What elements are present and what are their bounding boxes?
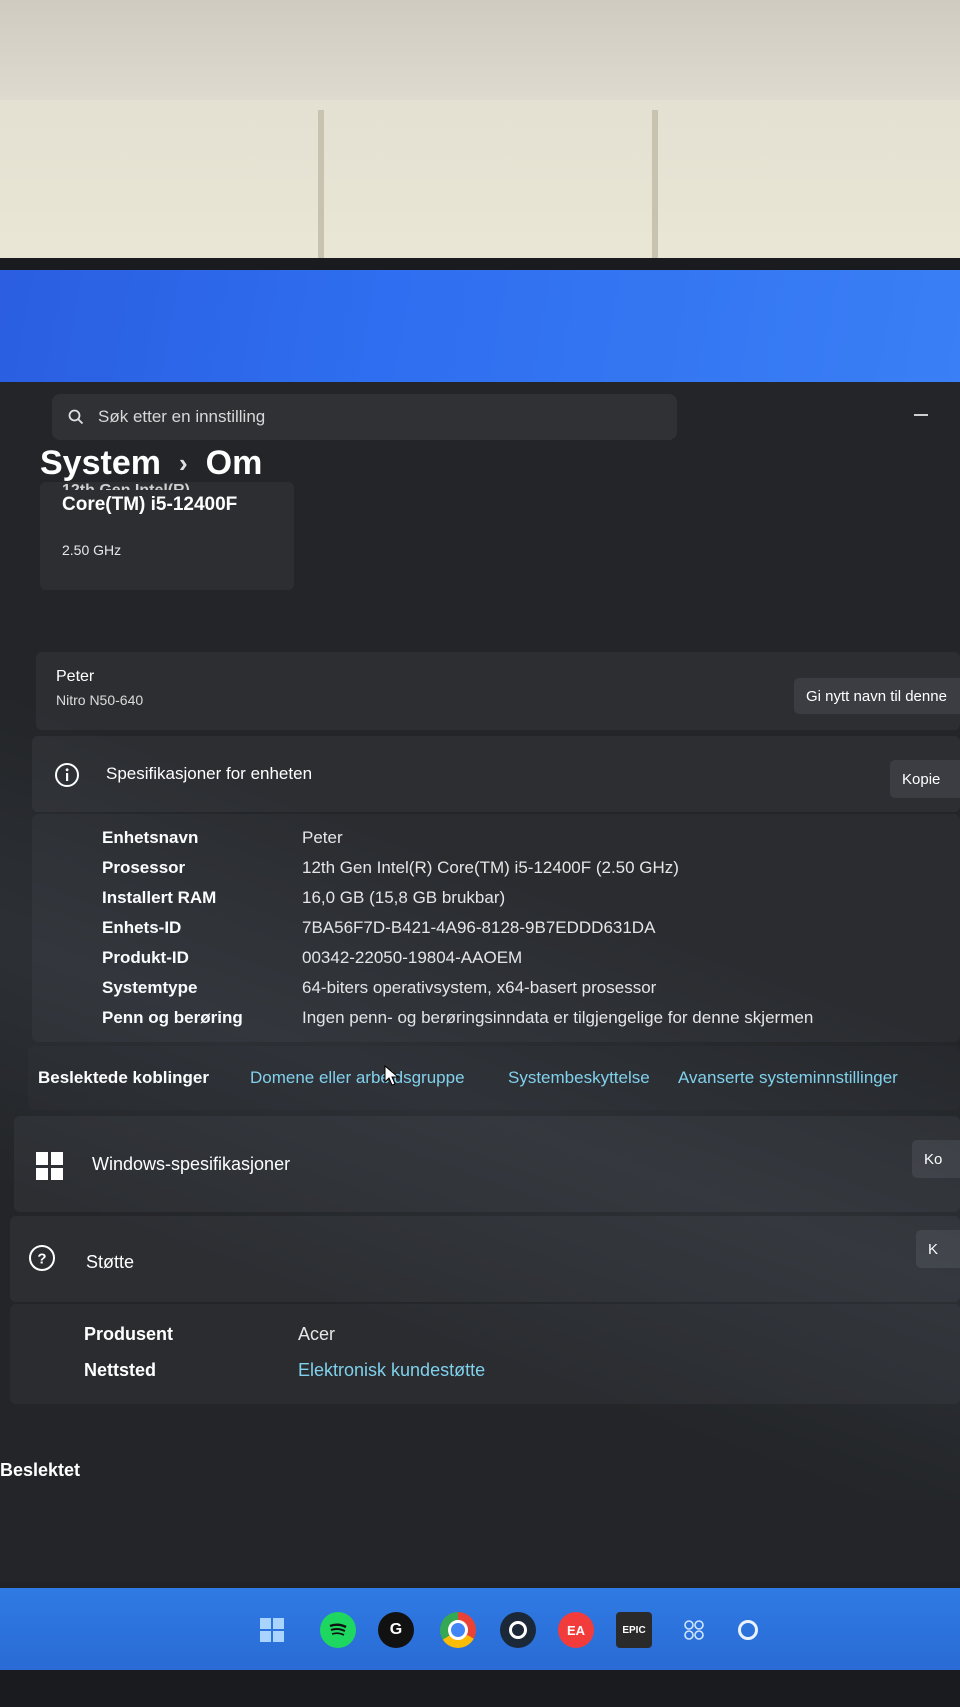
processor-card: 12th Gen Intel(R) Core(TM) i5-12400F 2.5…	[40, 482, 294, 590]
chrome-icon[interactable]	[440, 1612, 476, 1648]
support-row: Nettsted Elektronisk kundestøtte	[84, 1360, 485, 1381]
device-specs-table: Enhetsnavn Peter Prosessor 12th Gen Inte…	[32, 814, 960, 1042]
spec-row: Systemtype 64-biters operativsystem, x64…	[102, 978, 942, 1006]
copy-windows-specs-button[interactable]: Ko	[912, 1140, 960, 1178]
spotify-icon[interactable]	[320, 1612, 356, 1648]
spec-value: 00342-22050-19804-AAOEM	[302, 948, 523, 967]
search-icon	[68, 409, 84, 425]
spec-value: Peter	[302, 828, 343, 847]
ceiling	[0, 0, 960, 100]
g-hub-icon[interactable]: G	[378, 1612, 414, 1648]
rename-pc-button[interactable]: Gi nytt navn til denne	[794, 678, 960, 714]
support-website-link[interactable]: Elektronisk kundestøtte	[298, 1360, 485, 1381]
monitor-screen: Søk etter en innstilling System › Om 12t…	[0, 270, 960, 1670]
spec-key: Penn og berøring	[102, 1008, 243, 1027]
settings-icon[interactable]	[730, 1612, 766, 1648]
minimize-button[interactable]	[914, 414, 928, 416]
breadcrumb-current: Om	[205, 444, 263, 482]
related-links-bar: Beslektede koblinger Domene eller arbeid…	[28, 1046, 960, 1110]
office-wall	[0, 0, 960, 300]
ea-icon[interactable]: EA	[558, 1612, 594, 1648]
windows-specs-title: Windows-spesifikasjoner	[92, 1154, 291, 1174]
copy-specs-button[interactable]: Kopie	[890, 760, 960, 798]
breadcrumb: System › Om	[40, 444, 262, 483]
chevron-right-icon: ›	[178, 448, 188, 478]
support-table: Produsent Acer Nettsted Elektronisk kund…	[10, 1304, 960, 1404]
spec-value: 64-biters operativsystem, x64-basert pro…	[302, 978, 657, 997]
spotify-waves-icon	[329, 1623, 347, 1636]
mouse-cursor-icon	[384, 1065, 400, 1086]
processor-card-frequency: 2.50 GHz	[62, 542, 122, 558]
windows-specs-header[interactable]: Windows-spesifikasjoner Ko	[14, 1116, 960, 1212]
spec-value: 7BA56F7D-B421-4A96-8128-9B7EDDD631DA	[302, 918, 656, 937]
windows-logo-icon	[36, 1152, 64, 1180]
search-input[interactable]: Søk etter en innstilling	[52, 394, 677, 440]
support-key: Nettsted	[84, 1360, 157, 1380]
spec-value: 16,0 GB (15,8 GB brukbar)	[302, 888, 506, 907]
spec-value: 12th Gen Intel(R) Core(TM) i5-12400F (2.…	[302, 858, 679, 877]
widgets-glyph-icon	[684, 1620, 704, 1640]
spec-key: Enhets-ID	[102, 918, 182, 937]
related-links-label: Beslektede koblinger	[38, 1068, 210, 1087]
info-icon	[55, 763, 79, 787]
taskbar: G EA EPIC	[0, 1588, 960, 1670]
support-value: Acer	[298, 1324, 336, 1344]
related-link-system-protection[interactable]: Systembeskyttelse	[508, 1068, 650, 1088]
support-header[interactable]: ? Støtte K	[10, 1216, 960, 1302]
desktop-wallpaper	[0, 270, 960, 382]
spec-row: Enhets-ID 7BA56F7D-B421-4A96-8128-9B7EDD…	[102, 918, 942, 946]
spec-row: Installert RAM 16,0 GB (15,8 GB brukbar)	[102, 888, 942, 916]
copy-support-button[interactable]: K	[916, 1230, 960, 1268]
device-specs-header[interactable]: Spesifikasjoner for enheten Kopie	[32, 736, 960, 812]
device-model: Nitro N50-640	[56, 692, 144, 708]
steam-icon[interactable]	[500, 1612, 536, 1648]
widgets-icon[interactable]	[676, 1612, 712, 1648]
spec-row: Produkt-ID 00342-22050-19804-AAOEM	[102, 948, 942, 976]
spec-key: Produkt-ID	[102, 948, 189, 967]
search-placeholder: Søk etter en innstilling	[98, 407, 266, 426]
related-section-heading: Beslektet	[0, 1460, 81, 1480]
help-icon: ?	[29, 1245, 55, 1271]
windows-start-icon[interactable]	[254, 1612, 290, 1648]
spec-row: Prosessor 12th Gen Intel(R) Core(TM) i5-…	[102, 858, 942, 886]
device-specs-title: Spesifikasjoner for enheten	[106, 764, 313, 783]
spec-key: Enhetsnavn	[102, 828, 199, 847]
related-link-domain[interactable]: Domene eller arbeidsgruppe	[250, 1068, 465, 1088]
spec-key: Installert RAM	[102, 888, 217, 907]
breadcrumb-parent[interactable]: System	[40, 444, 161, 483]
related-link-advanced-settings[interactable]: Avanserte systeminnstillinger	[678, 1068, 898, 1088]
spec-value: Ingen penn- og berøringsinndata er tilgj…	[302, 1008, 814, 1027]
device-name: Peter	[56, 668, 95, 685]
device-name-card: Peter Nitro N50-640 Gi nytt navn til den…	[36, 652, 960, 730]
support-row: Produsent Acer	[84, 1324, 335, 1345]
settings-window: Søk etter en innstilling System › Om 12t…	[0, 382, 960, 1582]
processor-card-name: Core(TM) i5-12400F	[62, 494, 238, 515]
spec-key: Systemtype	[102, 978, 198, 997]
processor-card-cut-line: 12th Gen Intel(R)	[62, 482, 262, 490]
spec-row: Penn og berøring Ingen penn- og berøring…	[102, 1008, 942, 1036]
svg-text:?: ?	[37, 1251, 46, 1268]
support-title: Støtte	[86, 1252, 135, 1272]
epic-games-icon[interactable]: EPIC	[616, 1612, 652, 1648]
spec-key: Prosessor	[102, 858, 186, 877]
spec-row: Enhetsnavn Peter	[102, 828, 942, 856]
support-key: Produsent	[84, 1324, 174, 1344]
